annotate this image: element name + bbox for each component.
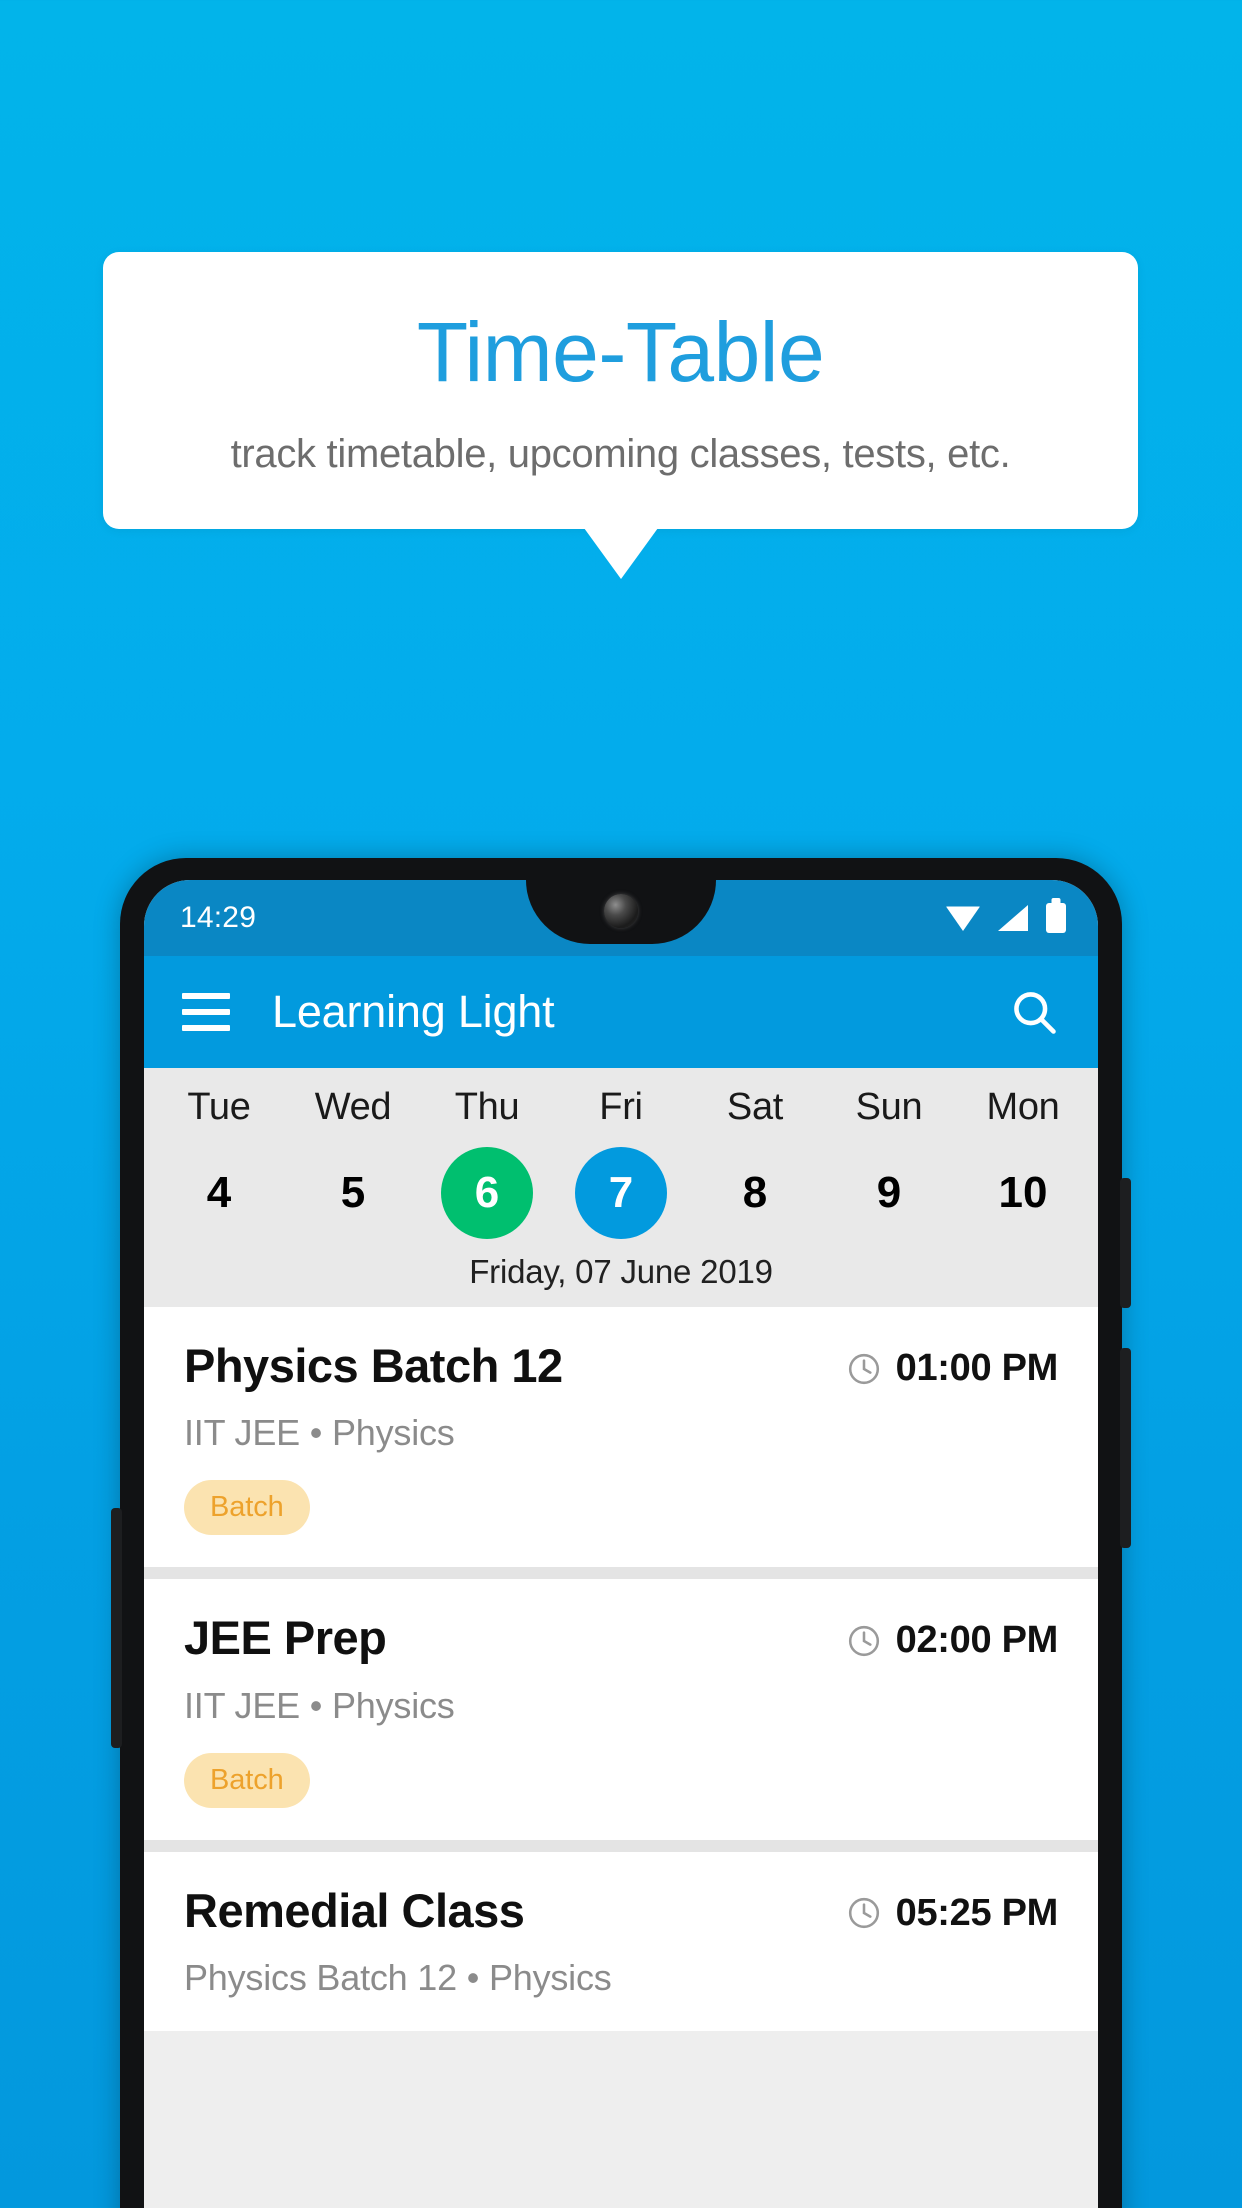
day-column-wed[interactable]: Wed 5 — [286, 1086, 420, 1239]
class-card[interactable]: Remedial Class 05:25 PM Physics Batch 12… — [144, 1851, 1098, 2032]
class-time-group: 05:25 PM — [846, 1886, 1058, 1935]
selected-full-date: Friday, 07 June 2019 — [469, 1253, 773, 1290]
signal-icon — [998, 905, 1028, 931]
class-subtitle: Physics Batch 12 • Physics — [184, 1957, 612, 1999]
day-column-thu[interactable]: Thu 6 — [420, 1086, 554, 1239]
class-card[interactable]: JEE Prep 02:00 PM IIT JEE • Physics Batc… — [144, 1579, 1098, 1840]
class-time: 05:25 PM — [895, 1891, 1059, 1934]
day-name: Tue — [187, 1086, 251, 1128]
power-button[interactable] — [1120, 1178, 1131, 1308]
promo-callout-card: Time-Table track timetable, upcoming cla… — [103, 252, 1138, 579]
battery-icon — [1046, 903, 1066, 933]
day-number-wrap: 8 — [688, 1147, 822, 1239]
day-name: Sun — [855, 1086, 923, 1128]
day-column-sat[interactable]: Sat 8 — [688, 1086, 822, 1239]
app-title: Learning Light — [272, 986, 555, 1037]
clock-icon — [848, 1353, 879, 1384]
class-time: 01:00 PM — [895, 1347, 1059, 1389]
callout-tail — [583, 528, 658, 579]
clock-icon — [848, 1898, 879, 1929]
class-tag-badge: Batch — [184, 1752, 310, 1808]
day-name: Sat — [726, 1086, 784, 1128]
day-number-wrap: 7 — [554, 1147, 688, 1239]
class-subtitle: IIT JEE • Physics — [184, 1412, 455, 1454]
status-bar-icons — [946, 903, 1066, 933]
day-number: 10 — [998, 1168, 1048, 1217]
class-title: Remedial Class — [184, 1883, 525, 1937]
day-name: Fri — [599, 1086, 643, 1128]
day-number-wrap: 10 — [956, 1147, 1090, 1239]
class-card[interactable]: Physics Batch 12 01:00 PM IIT JEE • Phys… — [144, 1307, 1098, 1568]
search-icon[interactable] — [1008, 986, 1060, 1038]
day-number-wrap: 6 — [420, 1147, 554, 1239]
day-number-selected: 7 — [575, 1147, 667, 1239]
class-card-header: Physics Batch 12 01:00 PM — [184, 1339, 1058, 1392]
hamburger-menu-icon[interactable] — [182, 993, 230, 1031]
day-column-sun[interactable]: Sun 9 — [822, 1086, 956, 1239]
class-time-group: 02:00 PM — [846, 1613, 1058, 1662]
app-bar: Learning Light — [144, 956, 1098, 1068]
day-number-today: 6 — [441, 1147, 533, 1239]
day-number-wrap: 9 — [822, 1147, 956, 1239]
promo-title: Time-Table — [416, 305, 825, 399]
day-number: 9 — [876, 1168, 902, 1217]
day-name: Wed — [314, 1086, 392, 1128]
day-number-wrap: 5 — [286, 1147, 420, 1239]
wifi-icon — [946, 906, 980, 931]
volume-button-left[interactable] — [111, 1508, 122, 1748]
class-card-header: JEE Prep 02:00 PM — [184, 1611, 1058, 1665]
class-title: Physics Batch 12 — [184, 1339, 563, 1392]
volume-button-right[interactable] — [1120, 1348, 1131, 1548]
day-number: 4 — [206, 1168, 232, 1217]
class-list[interactable]: Physics Batch 12 01:00 PM IIT JEE • Phys… — [144, 1307, 1098, 2032]
class-title: JEE Prep — [184, 1611, 387, 1665]
phone-device-frame: 14:29 Learning Light Tue 4 Wed 5 Thu 6 F… — [111, 858, 1131, 2208]
day-column-tue[interactable]: Tue 4 — [152, 1086, 286, 1239]
day-column-mon[interactable]: Mon 10 — [956, 1086, 1090, 1239]
day-number-wrap: 4 — [152, 1147, 286, 1239]
class-subtitle: IIT JEE • Physics — [184, 1684, 455, 1726]
day-number: 5 — [340, 1168, 366, 1217]
waterdrop-notch — [526, 880, 716, 944]
day-name: Mon — [986, 1086, 1060, 1128]
status-bar-clock: 14:29 — [180, 901, 257, 934]
day-column-fri[interactable]: Fri 7 — [554, 1086, 688, 1239]
date-strip-container: Tue 4 Wed 5 Thu 6 Fri 7 Sat 8 Sun 9 Mon … — [144, 1068, 1098, 1307]
class-card-header: Remedial Class 05:25 PM — [184, 1883, 1058, 1937]
class-time-group: 01:00 PM — [846, 1341, 1058, 1390]
status-bar: 14:29 — [144, 880, 1098, 956]
clock-icon — [848, 1625, 879, 1656]
phone-screen: 14:29 Learning Light Tue 4 Wed 5 Thu 6 F… — [144, 880, 1098, 2208]
front-camera-icon — [604, 894, 638, 928]
day-number: 8 — [742, 1168, 768, 1217]
day-name: Thu — [454, 1086, 520, 1128]
promo-subtitle: track timetable, upcoming classes, tests… — [230, 432, 1011, 476]
date-strip[interactable]: Tue 4 Wed 5 Thu 6 Fri 7 Sat 8 Sun 9 Mon … — [144, 1086, 1098, 1239]
class-tag-badge: Batch — [184, 1480, 310, 1536]
class-time: 02:00 PM — [895, 1619, 1059, 1662]
